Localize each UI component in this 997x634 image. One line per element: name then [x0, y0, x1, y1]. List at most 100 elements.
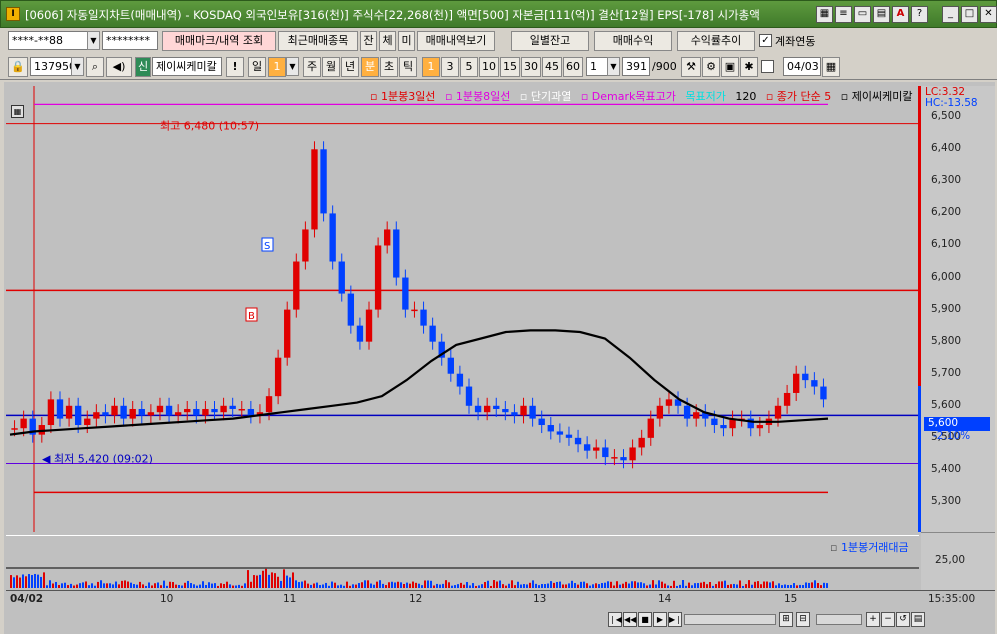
candle-body: [774, 405, 782, 419]
date-checkbox[interactable]: [761, 60, 774, 73]
period-year-button[interactable]: 년: [341, 57, 359, 77]
volume-bar: [415, 582, 417, 588]
candle-body: [102, 412, 109, 416]
return-trend-button[interactable]: 수익률추이: [677, 31, 755, 51]
alert-button[interactable]: !: [226, 57, 244, 77]
unfilled-button[interactable]: 미: [398, 31, 415, 51]
volume-bar: [55, 581, 57, 588]
volume-bar: [31, 575, 33, 588]
candle-body: [129, 408, 136, 419]
scroll-forward-icon[interactable]: ▶: [653, 612, 667, 627]
minimize-button[interactable]: _: [942, 6, 959, 23]
minute-15-button[interactable]: 15: [500, 57, 520, 77]
calendar-icon[interactable]: ▦: [822, 57, 840, 77]
tools-icon[interactable]: ⚒: [681, 57, 701, 77]
volume-bar: [100, 580, 102, 588]
period-value[interactable]: 1: [268, 57, 286, 77]
speaker-icon[interactable]: ◀): [106, 57, 132, 77]
volume-bar: [340, 584, 342, 588]
volume-bar: [262, 570, 264, 588]
minute-60-button[interactable]: 60: [563, 57, 583, 77]
link-icon[interactable]: ≡: [835, 6, 852, 23]
volume-bar: [322, 584, 324, 588]
volume-bar: [367, 580, 369, 588]
candle-body: [365, 309, 373, 342]
date-field[interactable]: 04/03: [783, 57, 821, 76]
zoom-slider[interactable]: [816, 614, 862, 625]
period-month-button[interactable]: 월: [322, 57, 340, 77]
search-icon[interactable]: ⌕: [86, 57, 104, 77]
stock-code-dropdown[interactable]: ▼: [71, 57, 84, 76]
daily-balance-button[interactable]: 일별잔고: [511, 31, 589, 51]
period-dropdown[interactable]: ▼: [286, 57, 299, 76]
scroll-end-icon[interactable]: ▶❘: [668, 612, 682, 627]
candle-body: [656, 405, 664, 419]
minute-select[interactable]: 1: [586, 57, 608, 76]
title-bar: I [0606] 자동일지차트(매매내역) - KOSDAQ 외국인보유[316…: [0, 0, 997, 28]
minute-1-button[interactable]: 1: [422, 57, 440, 77]
maximize-button[interactable]: □: [961, 6, 978, 23]
zoom-track-icon[interactable]: ⊟: [796, 612, 810, 627]
window-icon[interactable]: ▭: [854, 6, 871, 23]
period-minute-button[interactable]: 분: [361, 57, 379, 77]
zoom-fit-icon[interactable]: ⊞: [779, 612, 793, 627]
scroll-back-icon[interactable]: ◀◀: [623, 612, 637, 627]
chart-type-icon[interactable]: ▤: [911, 612, 925, 627]
price-chart[interactable]: 최고 6,480 (10:57) ◀ 최저 5,420 (09:02) S B ▦: [6, 86, 919, 532]
minute-dropdown[interactable]: ▼: [607, 57, 620, 76]
trade-history-button[interactable]: 매매내역보기: [417, 31, 495, 51]
volume-legend: ▫ 1분봉거래대금: [830, 539, 909, 555]
period-tick-button[interactable]: 틱: [399, 57, 417, 77]
minute-3-button[interactable]: 3: [441, 57, 459, 77]
volume-bar: [610, 581, 612, 588]
volume-chart[interactable]: ▫ 1분봉거래대금: [6, 535, 919, 590]
font-icon[interactable]: A: [892, 6, 909, 23]
account-link-checkbox[interactable]: ✓: [759, 34, 772, 47]
axis-blue-bar: [918, 386, 921, 532]
chart-grid-icon[interactable]: ▦: [11, 105, 24, 118]
legend-ma3: 1분봉3일선: [380, 90, 436, 103]
trade-profit-button[interactable]: 매매수익: [594, 31, 672, 51]
save-icon[interactable]: ▣: [721, 57, 739, 77]
price-change: -2.10%: [933, 430, 971, 442]
account-dropdown[interactable]: ▼: [87, 31, 100, 50]
volume-bar: [157, 582, 159, 588]
chart-icon[interactable]: ▦: [816, 6, 833, 23]
period-week-button[interactable]: 주: [303, 57, 321, 77]
scroll-track[interactable]: [684, 614, 776, 625]
volume-bar: [637, 582, 639, 588]
lock-icon[interactable]: 🔒: [8, 57, 28, 77]
volume-bar: [175, 584, 177, 588]
scroll-start-icon[interactable]: ❘◀: [608, 612, 622, 627]
zoom-in-icon[interactable]: +: [866, 612, 880, 627]
settings-icon[interactable]: ✱: [740, 57, 758, 77]
minute-30-button[interactable]: 30: [521, 57, 541, 77]
help-icon[interactable]: ?: [911, 6, 928, 23]
recent-trades-button[interactable]: 최근매매종목: [278, 31, 358, 51]
executed-button[interactable]: 체: [379, 31, 396, 51]
stock-code-field[interactable]: 137950: [30, 57, 72, 76]
stop-icon[interactable]: ■: [638, 612, 652, 627]
account-field[interactable]: ****-**88: [8, 31, 88, 50]
volume-bar: [256, 575, 258, 588]
minute-10-button[interactable]: 10: [479, 57, 499, 77]
minute-5-button[interactable]: 5: [460, 57, 478, 77]
bar-count-field[interactable]: 391: [622, 57, 650, 76]
volume-bar: [769, 582, 771, 588]
volume-bar: [643, 583, 645, 588]
candle-body: [165, 405, 173, 416]
balance-button[interactable]: 잔: [360, 31, 377, 51]
volume-bar: [676, 585, 678, 588]
trade-mark-query-button[interactable]: 매매마크/내역 조회: [162, 31, 276, 51]
period-day-button[interactable]: 일: [248, 57, 266, 77]
indicator-icon[interactable]: ⚙: [702, 57, 720, 77]
copy-icon[interactable]: ▤: [873, 6, 890, 23]
minute-45-button[interactable]: 45: [542, 57, 562, 77]
candle-body: [247, 408, 255, 416]
password-field[interactable]: ********: [102, 31, 158, 50]
reset-icon[interactable]: ↺: [896, 612, 910, 627]
close-button[interactable]: ✕: [980, 6, 997, 23]
period-second-button[interactable]: 초: [380, 57, 398, 77]
zoom-out-icon[interactable]: −: [881, 612, 895, 627]
chart-scrollbar[interactable]: ❘◀ ◀◀ ■ ▶ ▶❘ ⊞ ⊟ + − ↺ ▤: [6, 610, 995, 630]
